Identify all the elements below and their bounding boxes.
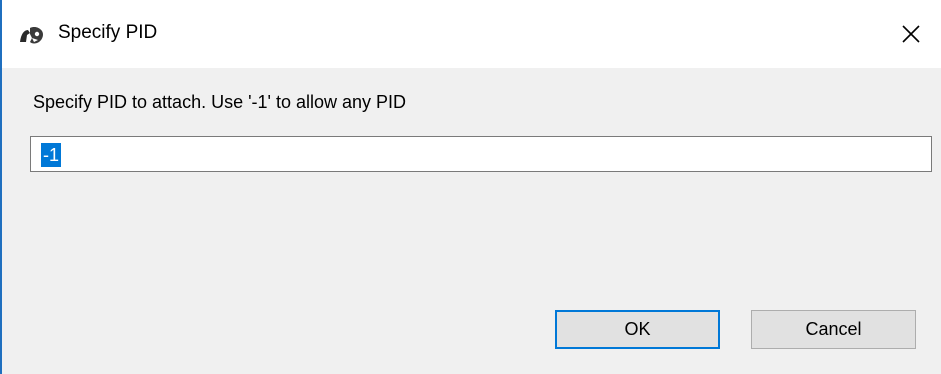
app-logo-icon (18, 24, 46, 46)
dialog-body: Specify PID to attach. Use '-1' to allow… (2, 68, 941, 374)
pid-input-field[interactable]: -1 (30, 136, 932, 172)
title-bar[interactable]: Specify PID (2, 0, 941, 68)
prompt-label: Specify PID to attach. Use '-1' to allow… (33, 92, 407, 112)
close-icon (901, 24, 921, 44)
cancel-button[interactable]: Cancel (751, 310, 916, 349)
ok-button[interactable]: OK (555, 310, 720, 349)
close-button[interactable] (881, 0, 941, 68)
dialog-window: Specify PID Specify PID to attach. Use '… (0, 0, 941, 374)
pid-input-value[interactable]: -1 (41, 143, 62, 167)
window-title: Specify PID (58, 22, 158, 43)
